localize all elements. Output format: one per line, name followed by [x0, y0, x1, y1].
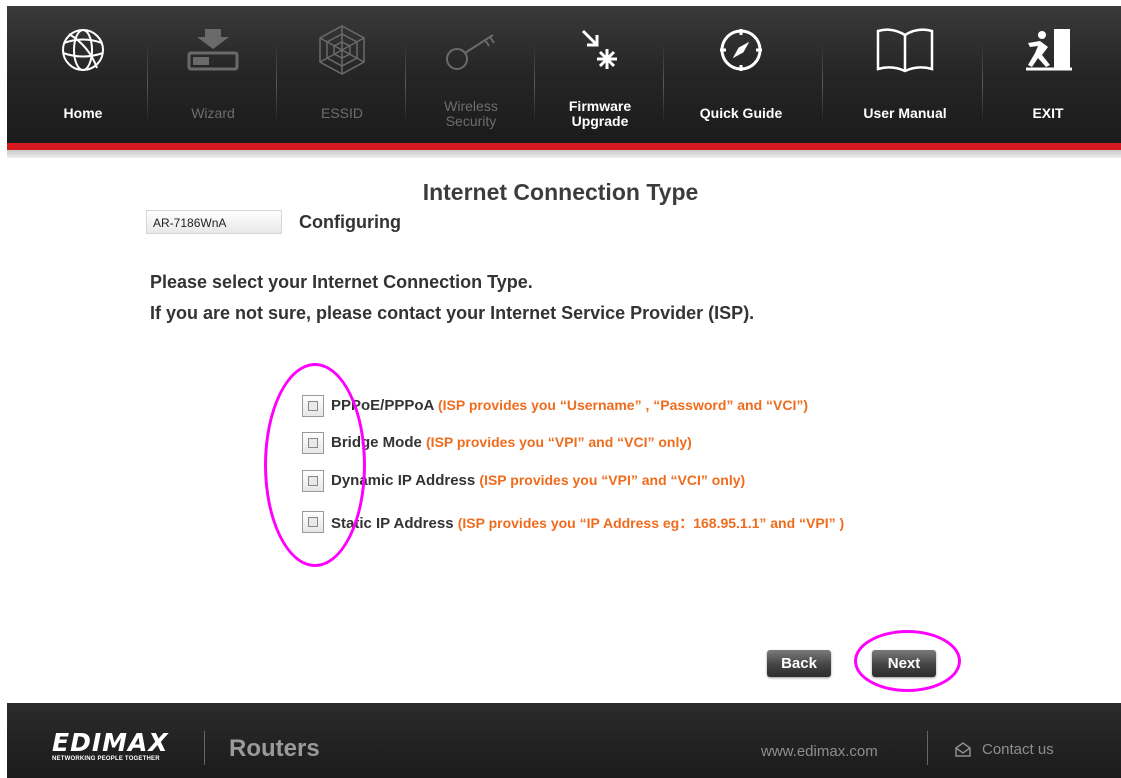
nav-divider — [405, 44, 406, 124]
contact-us-label: Contact us — [982, 741, 1054, 758]
static-ip-description: (ISP provides you “IP Address eg：168.95.… — [457, 515, 845, 531]
nav-wireless-label-1: Wireless — [444, 98, 498, 114]
router-download-icon — [153, 20, 273, 80]
compass-icon — [681, 20, 801, 80]
page-title: Internet Connection Type — [422, 179, 699, 205]
nav-wizard[interactable]: Wizard — [153, 6, 273, 143]
nav-home-label: Home — [63, 105, 103, 121]
nav-divider — [276, 44, 277, 124]
nav-exit[interactable]: EXIT — [988, 6, 1108, 143]
product-name: Routers — [229, 735, 320, 762]
nav-wizard-label: Wizard — [191, 105, 235, 121]
nav-user-manual[interactable]: User Manual — [845, 6, 965, 143]
exit-runner-icon — [988, 20, 1108, 80]
footer-bar: EDIMAX NETWORKING PEOPLE TOGETHER Router… — [7, 703, 1121, 778]
nav-firmware-upgrade[interactable]: Firmware Upgrade — [540, 6, 660, 143]
nav-shadow — [7, 150, 1121, 158]
footer-divider — [927, 731, 928, 765]
nav-divider — [822, 44, 823, 124]
nav-quick-guide[interactable]: Quick Guide — [681, 6, 801, 143]
status-text: Configuring — [299, 212, 401, 232]
web-icon — [282, 20, 402, 80]
website-link[interactable]: www.edimax.com — [761, 743, 878, 760]
nav-wireless-label-2: Security — [445, 113, 497, 129]
key-icon — [411, 20, 531, 80]
nav-essid-label: ESSID — [320, 105, 363, 121]
logo-wordmark: EDIMAX — [52, 728, 169, 757]
dynamic-ip-description: (ISP provides you “VPI” and “VCI” only) — [479, 472, 746, 488]
nav-divider — [534, 44, 535, 124]
nav-wireless-security[interactable]: Wireless Security — [411, 6, 531, 143]
open-book-icon — [845, 20, 965, 80]
firmware-upgrade-icon — [540, 20, 660, 80]
envelope-icon — [955, 741, 971, 757]
nav-exit-label: EXIT — [1032, 105, 1064, 121]
nav-quick-guide-label: Quick Guide — [699, 105, 783, 121]
instruction-line-1: Please select your Internet Connection T… — [150, 272, 533, 292]
nav-home[interactable]: Home — [23, 6, 143, 143]
nav-essid[interactable]: ESSID — [282, 6, 402, 143]
footer-divider — [204, 731, 205, 765]
annotation-ellipse-next — [854, 630, 961, 692]
nav-divider — [147, 44, 148, 124]
nav-divider — [663, 44, 664, 124]
pppoe-description: (ISP provides you “Username” , “Password… — [437, 397, 809, 413]
nav-accent-stripe — [7, 143, 1121, 150]
nav-firmware-label-1: Firmware — [568, 98, 632, 114]
instruction-line-2: If you are not sure, please contact your… — [150, 303, 755, 323]
logo-tagline: NETWORKING PEOPLE TOGETHER — [52, 756, 160, 762]
annotation-ellipse-options — [264, 363, 366, 567]
model-field: AR-7186WnA — [146, 210, 282, 234]
contact-us-link[interactable]: Contact us — [954, 741, 1054, 758]
globe-icon — [23, 20, 143, 80]
nav-user-manual-label: User Manual — [863, 105, 947, 121]
back-button[interactable]: Back — [767, 650, 831, 677]
edimax-logo: EDIMAX NETWORKING PEOPLE TOGETHER — [52, 730, 197, 762]
nav-firmware-label-2: Upgrade — [571, 113, 629, 129]
nav-divider — [982, 44, 983, 124]
bridge-description: (ISP provides you “VPI” and “VCI” only) — [426, 434, 692, 450]
